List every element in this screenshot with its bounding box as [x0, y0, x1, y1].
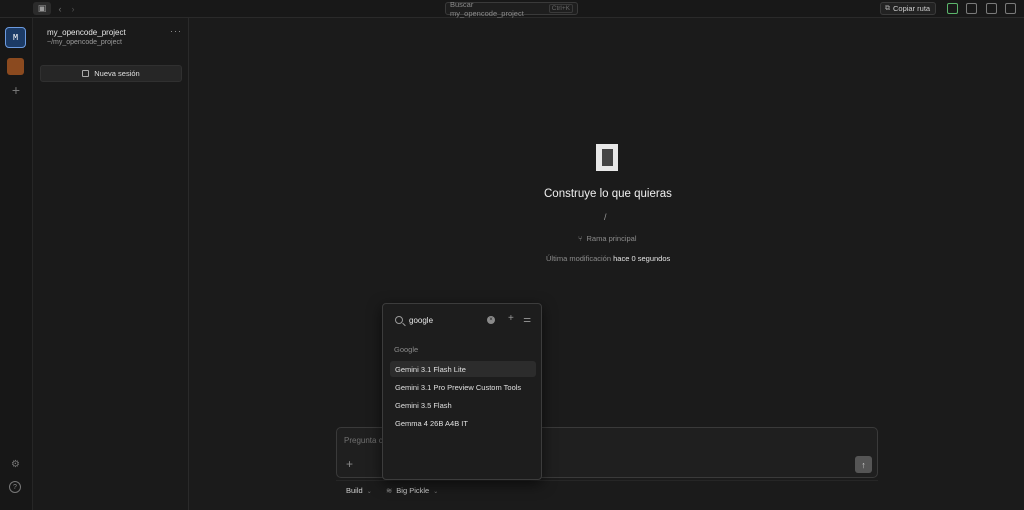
logo-inner [601, 149, 613, 166]
project-sidebar: my_opencode_project ~/my_opencode_projec… [33, 18, 189, 510]
prompt-placeholder: Pregunta c [344, 436, 383, 445]
agent-mode-label: Build [346, 486, 363, 495]
back-arrow-icon[interactable]: ‹ [55, 2, 65, 15]
model-option[interactable]: Gemma 4 26B A4B IT [390, 415, 536, 431]
attach-plus-icon[interactable]: + [346, 457, 353, 471]
global-search-placeholder: Buscar my_opencode_project [450, 0, 524, 18]
model-search-input[interactable] [409, 314, 479, 327]
model-select[interactable]: ≋ Big Pickle ⌄ [386, 486, 438, 495]
gear-icon[interactable]: ⚙ [9, 458, 22, 471]
settings-sliders-icon[interactable]: ⚌ [523, 314, 531, 325]
model-option[interactable]: Gemini 3.1 Pro Preview Custom Tools [390, 379, 536, 395]
workspace-avatar-m[interactable]: M [5, 27, 26, 48]
agent-mode-select[interactable]: Build ⌄ [346, 486, 372, 495]
add-provider-icon[interactable]: + [508, 313, 514, 324]
composer-options: Build ⌄ ≋ Big Pickle ⌄ [336, 480, 878, 500]
model-label: Big Pickle [396, 486, 430, 495]
last-modified: Última modificación hace 0 segundos [546, 254, 670, 263]
new-session-label: Nueva sesión [94, 69, 140, 78]
top-bar: ▣ ‹ › Buscar my_opencode_project Ctrl+K … [0, 0, 1024, 18]
terminal-icon[interactable] [966, 3, 977, 14]
sidebar-toggle-icon[interactable]: ▣ [33, 2, 51, 15]
opencode-logo [596, 144, 618, 171]
chevron-down-icon: ⌄ [366, 489, 372, 495]
project-path: ~/my_opencode_project [47, 39, 122, 46]
branch-icon: ⑂ [578, 234, 583, 243]
branch-info: ⑂ Rama principal [578, 234, 637, 243]
last-modified-label: Última modificación [546, 254, 612, 263]
add-workspace-icon[interactable]: + [8, 82, 24, 98]
search-icon [395, 316, 403, 324]
model-icon: ≋ [386, 486, 393, 495]
help-icon[interactable]: ? [9, 481, 21, 493]
changes-icon[interactable] [947, 3, 958, 14]
chevron-down-icon: ⌄ [433, 489, 439, 495]
project-name[interactable]: my_opencode_project [47, 28, 126, 37]
send-button[interactable]: ↑ [855, 456, 872, 473]
model-picker-popup: × + ⚌ Google Gemini 3.1 Flash Lite Gemin… [382, 303, 542, 480]
provider-group-label: Google [394, 345, 419, 354]
more-options-icon[interactable]: ··· [170, 26, 182, 36]
workspace-rail: M + ⚙ ? [0, 18, 33, 510]
global-search[interactable]: Buscar my_opencode_project Ctrl+K [445, 0, 578, 18]
forward-arrow-icon[interactable]: › [68, 2, 78, 15]
copy-path-label: Copiar ruta [893, 4, 931, 13]
folder-icon[interactable] [1005, 3, 1016, 14]
welcome-headline: Construye lo que quieras [544, 188, 672, 200]
branch-label: Rama principal [586, 234, 637, 243]
copy-path-button[interactable]: ⧉ Copiar ruta [880, 2, 936, 15]
app-window: ▣ ‹ › Buscar my_opencode_project Ctrl+K … [0, 0, 1024, 510]
last-modified-value: hace 0 segundos [613, 254, 671, 263]
model-option[interactable]: Gemini 3.1 Flash Lite [390, 361, 536, 377]
panel-icon[interactable] [986, 3, 997, 14]
clear-icon[interactable]: × [487, 316, 495, 324]
search-shortcut: Ctrl+K [548, 4, 573, 13]
copy-icon: ⧉ [885, 4, 890, 12]
project-path-slash: / [604, 212, 607, 222]
new-session-button[interactable]: Nueva sesión [40, 65, 182, 82]
new-session-icon [82, 70, 90, 77]
model-option[interactable]: Gemini 3.5 Flash [390, 397, 536, 413]
workspace-avatar-orange[interactable] [7, 58, 24, 75]
